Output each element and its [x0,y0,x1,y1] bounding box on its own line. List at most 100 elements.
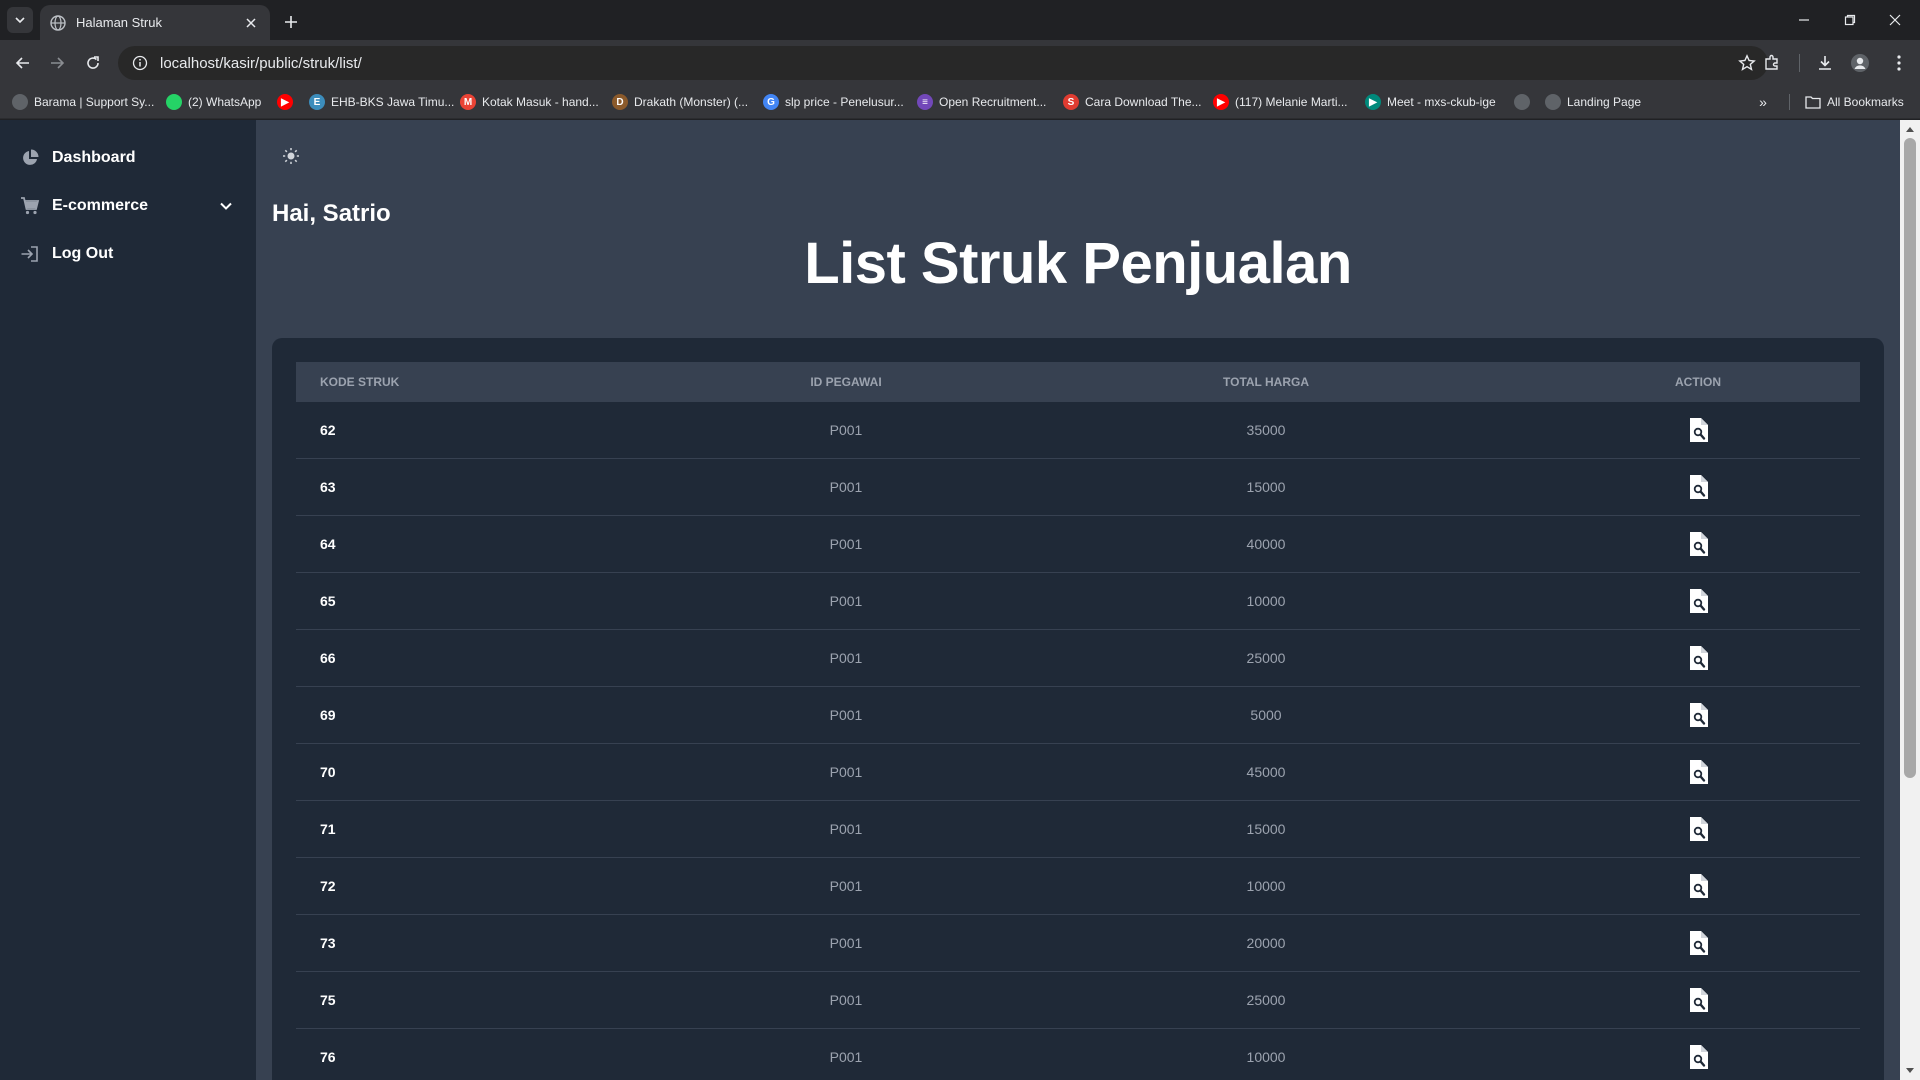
view-receipt-icon[interactable] [1687,873,1709,899]
cell-total-harga: 10000 [1246,1049,1286,1065]
view-receipt-icon[interactable] [1687,702,1709,728]
bookmark-label: slp price - Penelusur... [785,95,904,109]
minimize-icon [1799,19,1809,21]
cell-kode-struk: 71 [320,821,336,837]
view-receipt-icon[interactable] [1687,816,1709,842]
arrow-right-icon [51,57,65,69]
view-receipt-icon[interactable] [1687,417,1709,443]
bookmark-item[interactable]: ▶ (117) Melanie Marti... [1213,91,1347,113]
scrollbar-thumb[interactable] [1904,138,1916,778]
forward-button[interactable] [42,48,72,78]
bookmark-item[interactable] [1514,91,1536,113]
bookmark-item[interactable]: M Kotak Masuk - hand... [460,91,599,113]
s-icon: S [1063,94,1079,110]
cell-action [1536,588,1860,614]
profile-button[interactable] [1845,48,1875,78]
scroll-down-arrow-icon[interactable] [1904,1065,1916,1077]
bookmark-item[interactable]: D Drakath (Monster) (... [612,91,748,113]
youtube-icon: ▶ [1213,94,1229,110]
extensions-button[interactable] [1757,48,1787,78]
table-row: 66 P001 25000 [296,630,1860,687]
toolbar-divider [1799,54,1800,72]
cell-id-pegawai: P001 [829,707,863,723]
game-icon: D [612,94,628,110]
theme-toggle-sun-icon[interactable] [281,146,301,166]
cell-total-harga: 25000 [1246,650,1286,666]
bookmark-item[interactable]: ▶ [277,91,299,113]
all-bookmarks-label: All Bookmarks [1827,95,1904,109]
view-receipt-icon[interactable] [1687,474,1709,500]
all-bookmarks-button[interactable]: All Bookmarks [1805,91,1904,113]
back-button[interactable] [8,48,38,78]
downloads-button[interactable] [1810,48,1840,78]
view-receipt-icon[interactable] [1687,930,1709,956]
close-tab-icon[interactable] [242,14,260,32]
column-header-kode-struk: Kode Struk [320,375,400,389]
view-receipt-icon[interactable] [1687,531,1709,557]
bookmark-item[interactable]: ≡ Open Recruitment... [917,91,1046,113]
cell-action [1536,417,1860,443]
sidebar-item-dashboard[interactable]: Dashboard [0,134,256,182]
minimize-button[interactable] [1782,4,1826,36]
page-scrollbar[interactable] [1900,120,1920,1080]
cell-id-pegawai: P001 [829,593,863,609]
table-row: 63 P001 15000 [296,459,1860,516]
url-text: localhost/kasir/public/struk/list/ [160,54,362,72]
page-viewport: Dashboard E-commerce Log Out Hai, Satrio… [0,120,1920,1080]
view-receipt-icon[interactable] [1687,1044,1709,1070]
bookmark-item[interactable]: E EHB-BKS Jawa Timu... [309,91,454,113]
cell-id-pegawai: P001 [829,1049,863,1065]
cell-total-harga: 10000 [1246,878,1286,894]
scroll-up-arrow-icon[interactable] [1904,123,1916,135]
view-receipt-icon[interactable] [1687,987,1709,1013]
cell-id-pegawai: P001 [829,422,863,438]
bookmark-item[interactable]: S Cara Download The... [1063,91,1202,113]
bookmark-label: Meet - mxs-ckub-ige [1387,95,1496,109]
cell-kode-struk: 66 [320,650,336,666]
cell-kode-struk: 75 [320,992,336,1008]
cell-total-harga: 15000 [1246,479,1286,495]
restore-button[interactable] [1828,4,1872,36]
table-row: 70 P001 45000 [296,744,1860,801]
new-tab-button[interactable] [278,9,304,35]
cell-action [1536,816,1860,842]
browser-tab-active[interactable]: Halaman Struk [40,5,270,40]
view-receipt-icon[interactable] [1687,645,1709,671]
bookmark-label: Landing Page [1567,95,1642,109]
bookmark-item[interactable]: Gslp price - Penelusur... [763,91,904,113]
chevron-down-icon [15,17,25,24]
sidebar: Dashboard E-commerce Log Out [0,120,256,1080]
view-receipt-icon[interactable] [1687,588,1709,614]
site-info-icon[interactable] [132,55,148,71]
globe-icon [1545,94,1561,110]
arrow-left-icon [15,57,29,69]
table-row: 71 P001 15000 [296,801,1860,858]
meet-icon: ▶ [1365,94,1381,110]
view-receipt-icon[interactable] [1687,759,1709,785]
bookmark-item[interactable]: Barama | Support Sy... [12,91,154,113]
close-window-button[interactable] [1873,4,1917,36]
bookmark-item[interactable]: Landing Page [1545,91,1641,113]
cell-action [1536,702,1860,728]
bookmark-star-icon[interactable] [1738,54,1756,72]
globe-icon [12,94,28,110]
cell-kode-struk: 63 [320,479,336,495]
cell-id-pegawai: P001 [829,821,863,837]
sidebar-item-label: E-commerce [52,197,149,214]
bookmark-item[interactable]: (2) WhatsApp [166,91,261,113]
more-bookmarks-chevron-icon[interactable]: » [1753,92,1773,112]
address-bar[interactable]: localhost/kasir/public/struk/list/ [118,46,1768,80]
sidebar-item-label: Log Out [52,245,114,262]
sidebar-item-logout[interactable]: Log Out [0,230,256,278]
sidebar-item-ecommerce[interactable]: E-commerce [0,182,256,230]
cell-id-pegawai: P001 [829,764,863,780]
youtube-icon: ▶ [277,94,293,110]
tab-search-button[interactable] [7,7,33,33]
table-row: 75 P001 25000 [296,972,1860,1029]
cell-kode-struk: 64 [320,536,336,552]
reload-button[interactable] [78,48,108,78]
chevron-down-icon[interactable] [216,196,236,216]
browser-menu-button[interactable] [1884,48,1914,78]
cell-total-harga: 15000 [1246,821,1286,837]
bookmark-item[interactable]: ▶ Meet - mxs-ckub-ige [1365,91,1496,113]
